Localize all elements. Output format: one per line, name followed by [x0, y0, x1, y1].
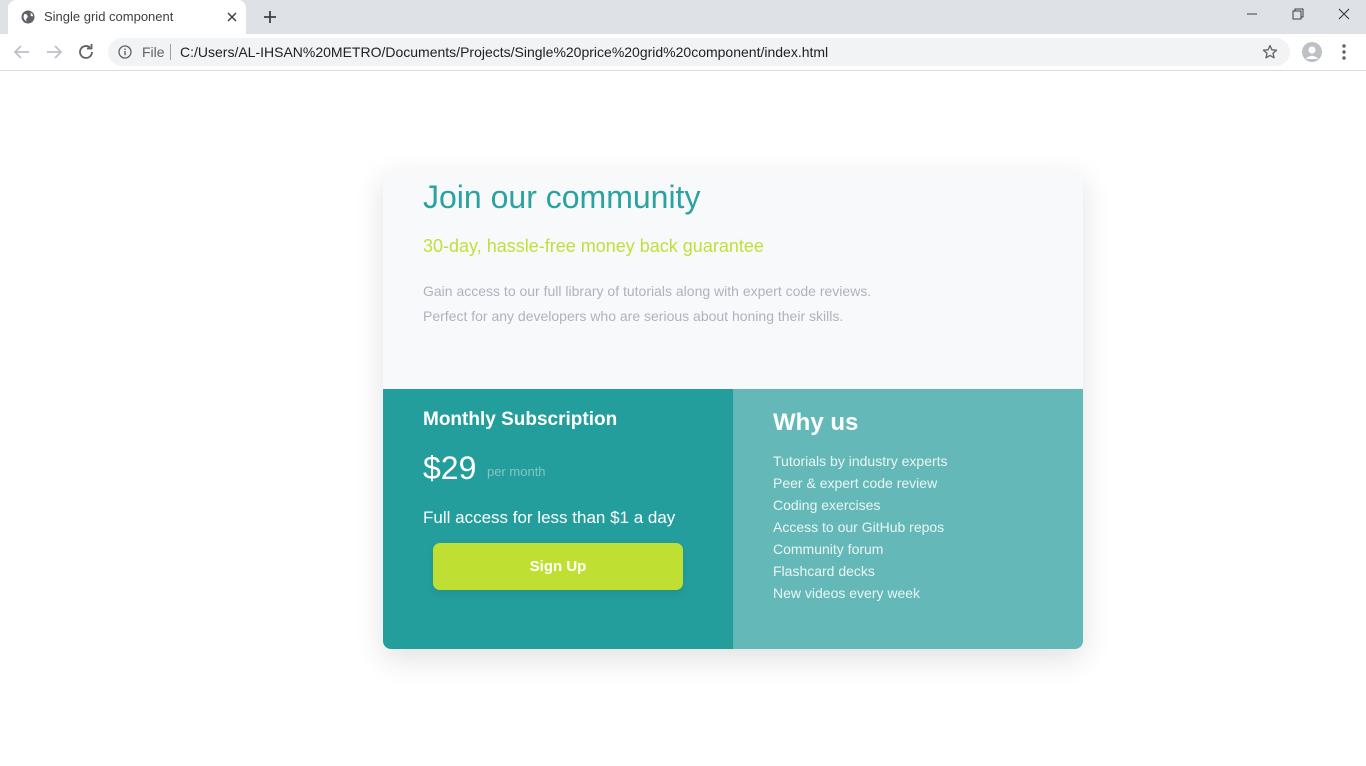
list-item: Access to our GitHub repos — [773, 519, 945, 535]
why-us-section: Why us Tutorials by industry experts Pee… — [733, 389, 1083, 649]
community-description: Gain access to our full library of tutor… — [423, 279, 923, 329]
pricing-card: Join our community 30-day, hassle-free m… — [383, 169, 1083, 649]
minimize-icon[interactable] — [1228, 0, 1274, 30]
page-title: Join our community — [423, 179, 701, 215]
list-item: Tutorials by industry experts — [773, 453, 948, 469]
star-icon[interactable] — [1262, 44, 1278, 60]
globe-icon — [21, 10, 35, 24]
guarantee-subtitle: 30-day, hassle-free money back guarantee — [423, 236, 764, 256]
sign-up-button[interactable]: Sign Up — [433, 543, 683, 590]
browser-tab[interactable]: Single grid component — [8, 0, 246, 34]
description-line: Perfect for any developers who are serio… — [423, 308, 844, 324]
plus-icon[interactable] — [258, 5, 282, 29]
price-period: per month — [487, 464, 546, 479]
url-text[interactable]: C:/Users/AL-IHSAN%20METRO/Documents/Proj… — [180, 44, 828, 60]
description-line: Gain access to our full library of tutor… — [423, 283, 872, 299]
info-icon[interactable] — [118, 45, 132, 59]
why-us-list: Tutorials by industry experts Peer & exp… — [773, 450, 948, 604]
subscription-title: Monthly Subscription — [423, 409, 618, 430]
list-item: Coding exercises — [773, 497, 881, 513]
scheme-label: File — [142, 44, 165, 60]
profile-icon[interactable] — [1302, 42, 1322, 62]
forward-arrow-icon[interactable] — [42, 40, 66, 64]
reload-icon[interactable] — [74, 40, 98, 64]
list-item: New videos every week — [773, 585, 921, 601]
restore-icon[interactable] — [1274, 0, 1320, 30]
why-us-title: Why us — [773, 409, 859, 436]
community-section: Join our community 30-day, hassle-free m… — [383, 169, 1083, 389]
browser-toolbar: File C:/Users/AL-IHSAN%20METRO/Documents… — [0, 34, 1366, 71]
list-item: Flashcard decks — [773, 563, 875, 579]
browser-tabstrip: Single grid component — [0, 0, 1366, 34]
kebab-menu-icon[interactable] — [1336, 42, 1352, 62]
access-text: Full access for less than $1 a day — [423, 508, 676, 527]
omnibox-divider — [170, 44, 171, 60]
close-icon[interactable] — [224, 9, 240, 25]
window-close-icon[interactable] — [1320, 0, 1366, 30]
subscription-section: Monthly Subscription $29 per month Full … — [383, 389, 733, 649]
address-bar[interactable]: File C:/Users/AL-IHSAN%20METRO/Documents… — [108, 38, 1290, 66]
list-item: Peer & expert code review — [773, 475, 938, 491]
tab-title: Single grid component — [44, 9, 174, 24]
list-item: Community forum — [773, 541, 884, 557]
back-arrow-icon[interactable] — [10, 40, 34, 64]
price-amount: $29 — [423, 450, 477, 486]
